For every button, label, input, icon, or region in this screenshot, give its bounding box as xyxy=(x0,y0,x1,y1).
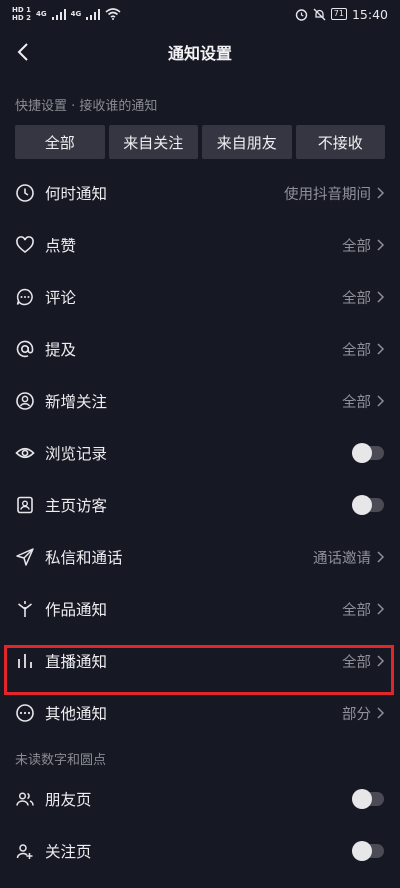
friends-icon xyxy=(15,789,35,809)
row-value: 全部 xyxy=(342,342,371,359)
network-label-2: 4G xyxy=(70,9,82,18)
row-label: 主页访客 xyxy=(45,497,108,515)
hd2-label: HD 2 xyxy=(12,13,31,22)
signal-icon xyxy=(51,8,66,20)
quick-settings-title: 快捷设置 · 接收谁的通知 xyxy=(15,99,158,114)
wifi-icon xyxy=(105,8,121,20)
row-label: 关注页 xyxy=(45,843,92,861)
row-value: 通话邀请 xyxy=(313,550,371,567)
row-view-history: 浏览记录 xyxy=(0,427,400,479)
hd-indicators: HD 1 HD 2 xyxy=(12,5,31,22)
unread-section-title: 未读数字和圆点 xyxy=(15,753,107,768)
back-arrow-icon[interactable] xyxy=(12,40,36,64)
clock-time: 15:40 xyxy=(351,6,388,22)
row-label: 点赞 xyxy=(45,237,77,255)
row-comments[interactable]: 评论 全部 xyxy=(0,271,400,323)
row-profile-visitors: 主页访客 xyxy=(0,479,400,531)
heart-icon xyxy=(15,235,35,255)
row-value: 使用抖音期间 xyxy=(284,186,371,203)
comment-icon xyxy=(15,287,35,307)
row-value: 全部 xyxy=(342,238,371,255)
row-label: 作品通知 xyxy=(45,601,108,619)
clock-icon xyxy=(15,183,35,203)
row-new-followers[interactable]: 新增关注 全部 xyxy=(0,375,400,427)
row-follow-page: 关注页 xyxy=(0,825,400,877)
status-right: 71 15:40 xyxy=(295,7,388,22)
notification-list: 何时通知 使用抖音期间 点赞 全部 评论 全部 提及 全部 新增关注 全部 浏览… xyxy=(0,167,400,877)
filter-friends-button[interactable]: 来自朋友 xyxy=(202,125,292,159)
row-value: 全部 xyxy=(342,654,371,671)
row-value: 全部 xyxy=(342,290,371,307)
chevron-right-icon xyxy=(377,343,385,355)
row-value: 全部 xyxy=(342,394,371,411)
hd1-label: HD 1 xyxy=(12,5,31,14)
chevron-right-icon xyxy=(377,551,385,563)
row-label: 新增关注 xyxy=(45,393,108,411)
row-label: 何时通知 xyxy=(45,185,108,203)
friends-page-toggle[interactable] xyxy=(352,789,384,809)
row-label: 私信和通话 xyxy=(45,549,123,567)
filter-none-button[interactable]: 不接收 xyxy=(295,125,385,159)
row-value: 部分 xyxy=(342,706,371,723)
row-value: 全部 xyxy=(342,602,371,619)
filter-following-button[interactable]: 来自关注 xyxy=(108,125,198,159)
eye-icon xyxy=(15,443,35,463)
more-dots-icon xyxy=(15,703,35,723)
status-bar: HD 1 HD 2 4G 4G 71 15:40 xyxy=(0,0,400,28)
at-icon xyxy=(15,339,35,359)
chevron-right-icon xyxy=(377,707,385,719)
chevron-right-icon xyxy=(377,187,385,199)
network-label-1: 4G xyxy=(35,9,47,18)
sparkle-icon xyxy=(15,599,35,619)
bars-icon xyxy=(15,651,35,671)
row-mentions[interactable]: 提及 全部 xyxy=(0,323,400,375)
battery-icon: 71 xyxy=(330,8,347,20)
row-likes[interactable]: 点赞 全部 xyxy=(0,219,400,271)
chevron-right-icon xyxy=(377,291,385,303)
follow-icon xyxy=(15,841,35,861)
quick-settings-segment: 全部 来自关注 来自朋友 不接收 xyxy=(0,115,400,159)
status-left: HD 1 HD 2 4G 4G xyxy=(12,5,121,22)
nav-bar: 通知设置 xyxy=(0,28,400,76)
row-works[interactable]: 作品通知 全部 xyxy=(0,583,400,635)
profile-visitors-toggle[interactable] xyxy=(352,495,384,515)
row-label: 其他通知 xyxy=(45,705,108,723)
filter-all-button[interactable]: 全部 xyxy=(15,125,105,159)
chevron-right-icon xyxy=(377,603,385,615)
row-other[interactable]: 其他通知 部分 xyxy=(0,687,400,739)
chevron-right-icon xyxy=(377,395,385,407)
profile-card-icon xyxy=(15,495,35,515)
alarm-icon xyxy=(295,8,307,21)
user-circle-icon xyxy=(15,391,35,411)
view-history-toggle[interactable] xyxy=(352,443,384,463)
follow-page-toggle[interactable] xyxy=(352,841,384,861)
chevron-right-icon xyxy=(377,655,385,667)
mute-bell-icon xyxy=(313,8,326,20)
row-label: 评论 xyxy=(45,289,77,307)
row-live[interactable]: 直播通知 全部 xyxy=(0,635,400,687)
row-label: 朋友页 xyxy=(45,791,92,809)
signal-icon-2 xyxy=(86,8,101,20)
chevron-right-icon xyxy=(377,239,385,251)
row-messages-calls[interactable]: 私信和通话 通话邀请 xyxy=(0,531,400,583)
row-label: 浏览记录 xyxy=(45,445,108,463)
row-friends-page: 朋友页 xyxy=(0,773,400,825)
send-icon xyxy=(15,547,35,567)
row-when-notify[interactable]: 何时通知 使用抖音期间 xyxy=(0,167,400,219)
row-label: 直播通知 xyxy=(45,653,108,671)
row-label: 提及 xyxy=(45,341,77,359)
page-title: 通知设置 xyxy=(167,44,232,63)
